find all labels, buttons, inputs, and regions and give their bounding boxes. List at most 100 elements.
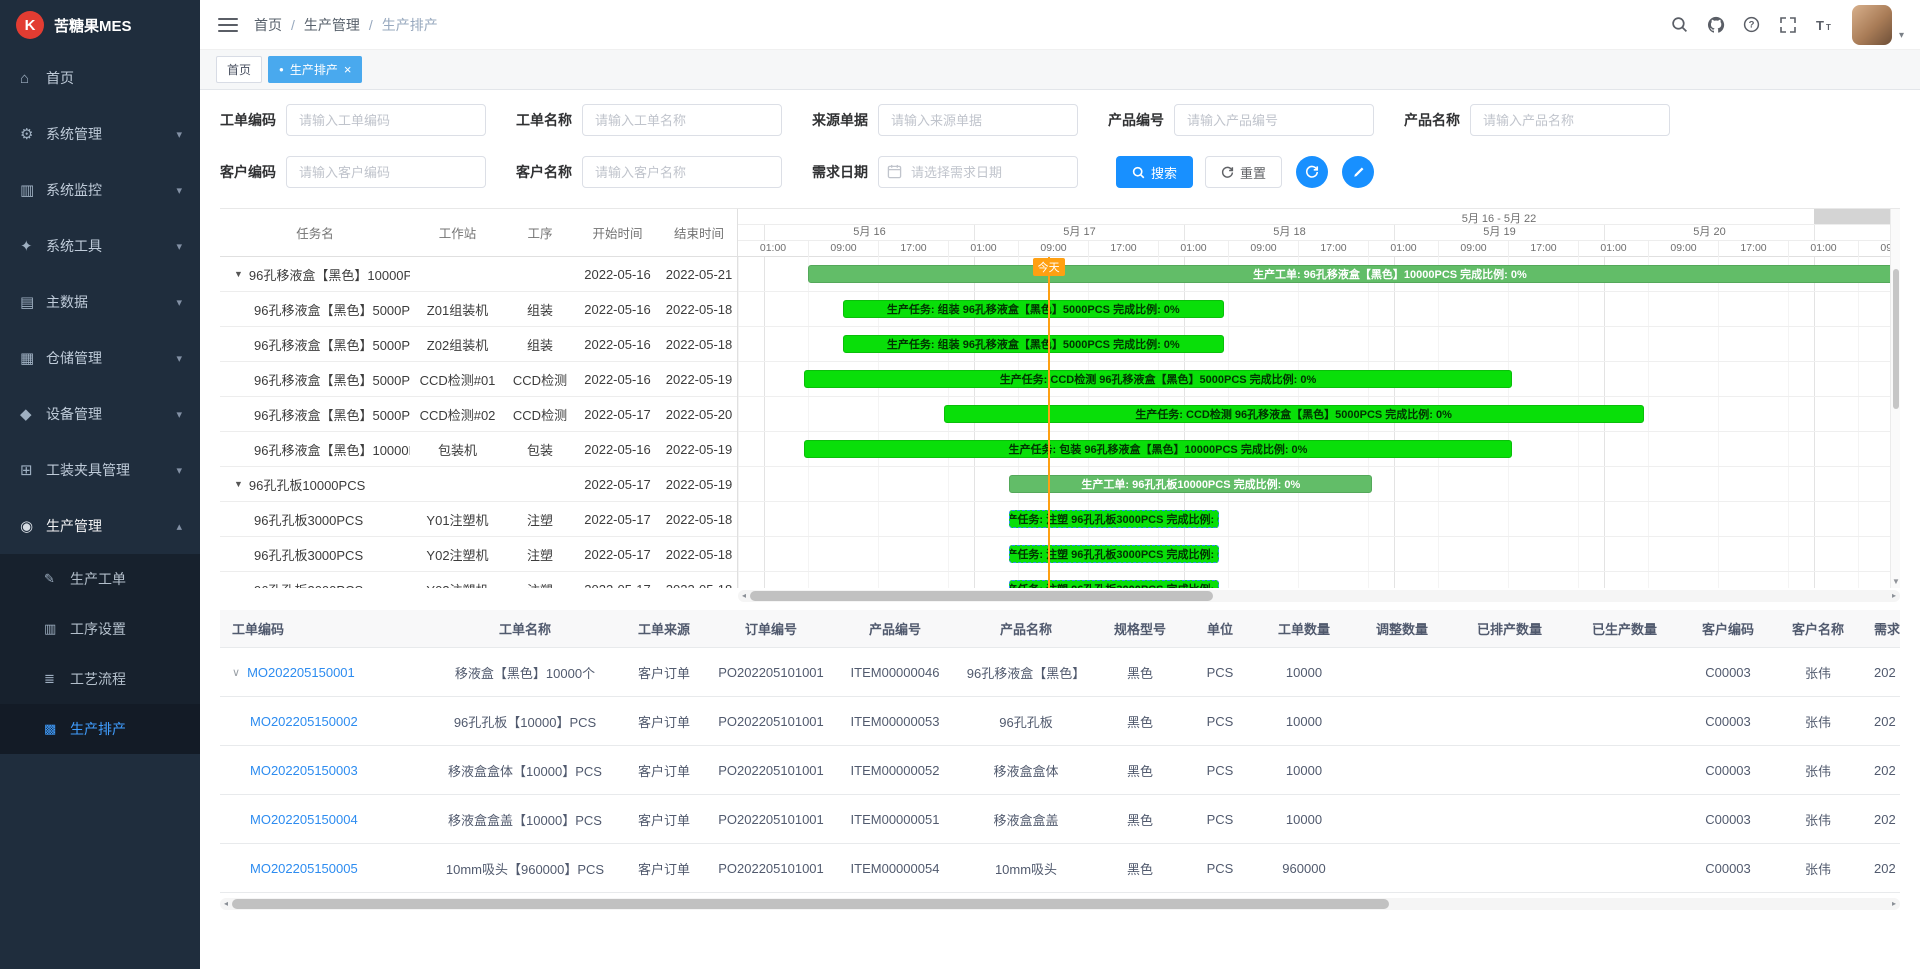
- production-task-bar[interactable]: 生产任务: 组装 96孔移液盒【黑色】5000PCS 完成比例: 0%: [843, 300, 1224, 318]
- expand-triangle-icon[interactable]: ▼: [234, 479, 243, 489]
- production-task-bar[interactable]: 生产任务: 注塑 96孔孔板3000PCS 完成比例: 0%: [1009, 510, 1219, 528]
- reset-button[interactable]: 重置: [1205, 156, 1282, 188]
- hamburger-icon[interactable]: [218, 18, 238, 32]
- scroll-left-icon[interactable]: ◂: [220, 898, 232, 910]
- work-order-link[interactable]: MO202205150005: [250, 861, 358, 876]
- avatar[interactable]: [1852, 5, 1892, 45]
- production-task-bar[interactable]: 生产任务: 注塑 96孔孔板3000PCS 完成比例: 0%: [1009, 580, 1219, 588]
- sidebar-item-master-data[interactable]: ▤主数据▾: [0, 274, 200, 330]
- sidebar-subitem-process-flow[interactable]: ≣工艺流程: [0, 654, 200, 704]
- gantt-task-row[interactable]: 96孔孔板3000PCSY02注塑机注塑2022-05-172022-05-18: [220, 537, 737, 572]
- scroll-right-icon[interactable]: ▸: [1888, 898, 1900, 910]
- table-row[interactable]: MO20220515000510mm吸头【960000】PCS客户订单PO202…: [220, 844, 1900, 893]
- work-order-link[interactable]: MO202205150002: [250, 714, 358, 729]
- caret-down-icon[interactable]: ▾: [1899, 30, 1904, 45]
- sidebar: K 苦糖果MES ⌂首页⚙系统管理▾▥系统监控▾✦系统工具▾▤主数据▾▦仓储管理…: [0, 0, 200, 969]
- scrollbar-thumb[interactable]: [232, 899, 1389, 909]
- refresh-circle-button[interactable]: [1296, 156, 1328, 188]
- sidebar-item-production-mgmt[interactable]: ◉生产管理▴: [0, 498, 200, 554]
- scrollbar-thumb[interactable]: [1893, 269, 1899, 409]
- gantt-time-cell: 17:00: [878, 241, 948, 257]
- production-order-bar[interactable]: 生产工单: 96孔移液盒【黑色】10000PCS 完成比例: 0%: [808, 265, 1890, 283]
- customer-name-input[interactable]: [582, 156, 782, 188]
- search-icon[interactable]: [1664, 9, 1696, 41]
- gantt-task-row[interactable]: 96孔孔板3000PCSY01注塑机注塑2022-05-172022-05-18: [220, 502, 737, 537]
- active-dot-icon: ●: [279, 66, 284, 74]
- edit-circle-button[interactable]: [1342, 156, 1374, 188]
- product-name-input[interactable]: [1470, 104, 1670, 136]
- filter-label: 来源单据: [812, 110, 868, 130]
- gantt-bar-row: 生产工单: 96孔移液盒【黑色】10000PCS 完成比例: 0%: [738, 257, 1890, 292]
- gantt-task-row[interactable]: 96孔孔板3000PCSY03注塑机注塑2022-05-172022-05-18: [220, 572, 737, 588]
- scroll-left-icon[interactable]: ◂: [738, 590, 750, 602]
- gantt-task-row[interactable]: 96孔移液盒【黑色】5000PCSZ01组装机组装2022-05-162022-…: [220, 292, 737, 327]
- search-button[interactable]: 搜索: [1116, 156, 1193, 188]
- sidebar-item-warehouse-mgmt[interactable]: ▦仓储管理▾: [0, 330, 200, 386]
- table-row[interactable]: MO20220515000296孔孔板【10000】PCS客户订单PO20220…: [220, 697, 1900, 746]
- production-order-bar[interactable]: 生产工单: 96孔孔板10000PCS 完成比例: 0%: [1009, 475, 1372, 493]
- source-doc-input[interactable]: [878, 104, 1078, 136]
- sidebar-subitem-process-settings[interactable]: ▥工序设置: [0, 604, 200, 654]
- expand-triangle-icon[interactable]: ▼: [234, 269, 243, 279]
- customer-code-input[interactable]: [286, 156, 486, 188]
- row-expand-chevron-icon[interactable]: ∨: [232, 666, 240, 679]
- close-icon[interactable]: ×: [344, 63, 352, 76]
- table-row[interactable]: MO202205150004移液盒盒盖【10000】PCS客户订单PO20220…: [220, 795, 1900, 844]
- production-task-bar[interactable]: 生产任务: CCD检测 96孔移液盒【黑色】5000PCS 完成比例: 0%: [804, 370, 1513, 388]
- topbar: 首页 / 生产管理 / 生产排产 ? T: [200, 0, 1920, 50]
- gantt-horizontal-scrollbar[interactable]: ◂ ▸: [738, 590, 1900, 602]
- svg-text:?: ?: [1749, 20, 1755, 31]
- github-icon[interactable]: [1700, 9, 1732, 41]
- gantt-task-row[interactable]: 96孔移液盒【黑色】5000PCSZ02组装机组装2022-05-162022-…: [220, 327, 737, 362]
- orders-col-header: 客户名称: [1774, 619, 1862, 638]
- production-task-bar[interactable]: 生产任务: 包装 96孔移液盒【黑色】10000PCS 完成比例: 0%: [804, 440, 1513, 458]
- breadcrumb-home[interactable]: 首页: [254, 15, 282, 35]
- table-row[interactable]: ∨MO202205150001移液盒【黑色】10000个客户订单PO202205…: [220, 648, 1900, 697]
- product-code-input[interactable]: [1174, 104, 1374, 136]
- scroll-right-icon[interactable]: ▸: [1888, 590, 1900, 602]
- gantt-chart: 任务名工作站工序开始时间结束时间 ▼96孔移液盒【黑色】10000PCS2022…: [220, 208, 1900, 588]
- order-name-input[interactable]: [582, 104, 782, 136]
- demand-date-input[interactable]: [878, 156, 1078, 188]
- breadcrumb-production-mgmt[interactable]: 生产管理: [304, 15, 360, 35]
- gantt-bar-row: 生产任务: 组装 96孔移液盒【黑色】5000PCS 完成比例: 0%: [738, 292, 1890, 327]
- sidebar-subitem-production-scheduling[interactable]: ▩生产排产: [0, 704, 200, 754]
- orders-horizontal-scrollbar[interactable]: ◂ ▸: [220, 898, 1900, 910]
- scrollbar-thumb[interactable]: [750, 591, 1213, 601]
- work-order-link[interactable]: MO202205150004: [250, 812, 358, 827]
- gantt-task-row[interactable]: ▼96孔孔板10000PCS2022-05-172022-05-19: [220, 467, 737, 502]
- task-process-cell: CCD检测: [505, 370, 575, 389]
- cell-cust_name: 张伟: [1774, 663, 1862, 682]
- gantt-task-row[interactable]: 96孔移液盒【黑色】5000PCSCCD检测#02CCD检测2022-05-17…: [220, 397, 737, 432]
- order-code-input[interactable]: [286, 104, 486, 136]
- work-order-link[interactable]: MO202205150003: [250, 763, 358, 778]
- orders-col-header: 调整数量: [1352, 619, 1452, 638]
- work-order-link[interactable]: MO202205150001: [247, 665, 355, 680]
- sidebar-item-fixture-mgmt[interactable]: ⊞工装夹具管理▾: [0, 442, 200, 498]
- sidebar-item-system-monitor[interactable]: ▥系统监控▾: [0, 162, 200, 218]
- task-process-cell: 注塑: [505, 545, 575, 564]
- brand-logo[interactable]: K 苦糖果MES: [0, 0, 200, 50]
- gantt-task-row[interactable]: ▼96孔移液盒【黑色】10000PCS2022-05-162022-05-21: [220, 257, 737, 292]
- sidebar-subitem-production-order[interactable]: ✎生产工单: [0, 554, 200, 604]
- orders-col-header: 已排产数量: [1452, 619, 1567, 638]
- gantt-task-row[interactable]: 96孔移液盒【黑色】5000PCSCCD检测#01CCD检测2022-05-16…: [220, 362, 737, 397]
- font-size-icon[interactable]: TT: [1808, 9, 1840, 41]
- sidebar-item-system-mgmt[interactable]: ⚙系统管理▾: [0, 106, 200, 162]
- production-task-bar[interactable]: 生产任务: 组装 96孔移液盒【黑色】5000PCS 完成比例: 0%: [843, 335, 1224, 353]
- table-row[interactable]: MO202205150003移液盒盒体【10000】PCS客户订单PO20220…: [220, 746, 1900, 795]
- fullscreen-icon[interactable]: [1772, 9, 1804, 41]
- task-start-cell: 2022-05-16: [575, 337, 660, 352]
- gantt-bar-row: 生产工单: 96孔孔板10000PCS 完成比例: 0%: [738, 467, 1890, 502]
- sidebar-item-device-mgmt[interactable]: ◆设备管理▾: [0, 386, 200, 442]
- production-task-bar[interactable]: 生产任务: 注塑 96孔孔板3000PCS 完成比例: 0%: [1009, 545, 1219, 563]
- sidebar-item-system-tools[interactable]: ✦系统工具▾: [0, 218, 200, 274]
- help-icon[interactable]: ?: [1736, 9, 1768, 41]
- tab-home[interactable]: 首页: [216, 56, 262, 83]
- gantt-vertical-scrollbar[interactable]: ▼: [1890, 209, 1900, 588]
- gantt-date-cell: [1814, 225, 1890, 241]
- gantt-task-row[interactable]: 96孔移液盒【黑色】10000PCS包装机包装2022-05-162022-05…: [220, 432, 737, 467]
- scroll-down-icon[interactable]: ▼: [1891, 576, 1901, 588]
- tab-production-scheduling[interactable]: ● 生产排产 ×: [268, 56, 362, 83]
- sidebar-item-home[interactable]: ⌂首页: [0, 50, 200, 106]
